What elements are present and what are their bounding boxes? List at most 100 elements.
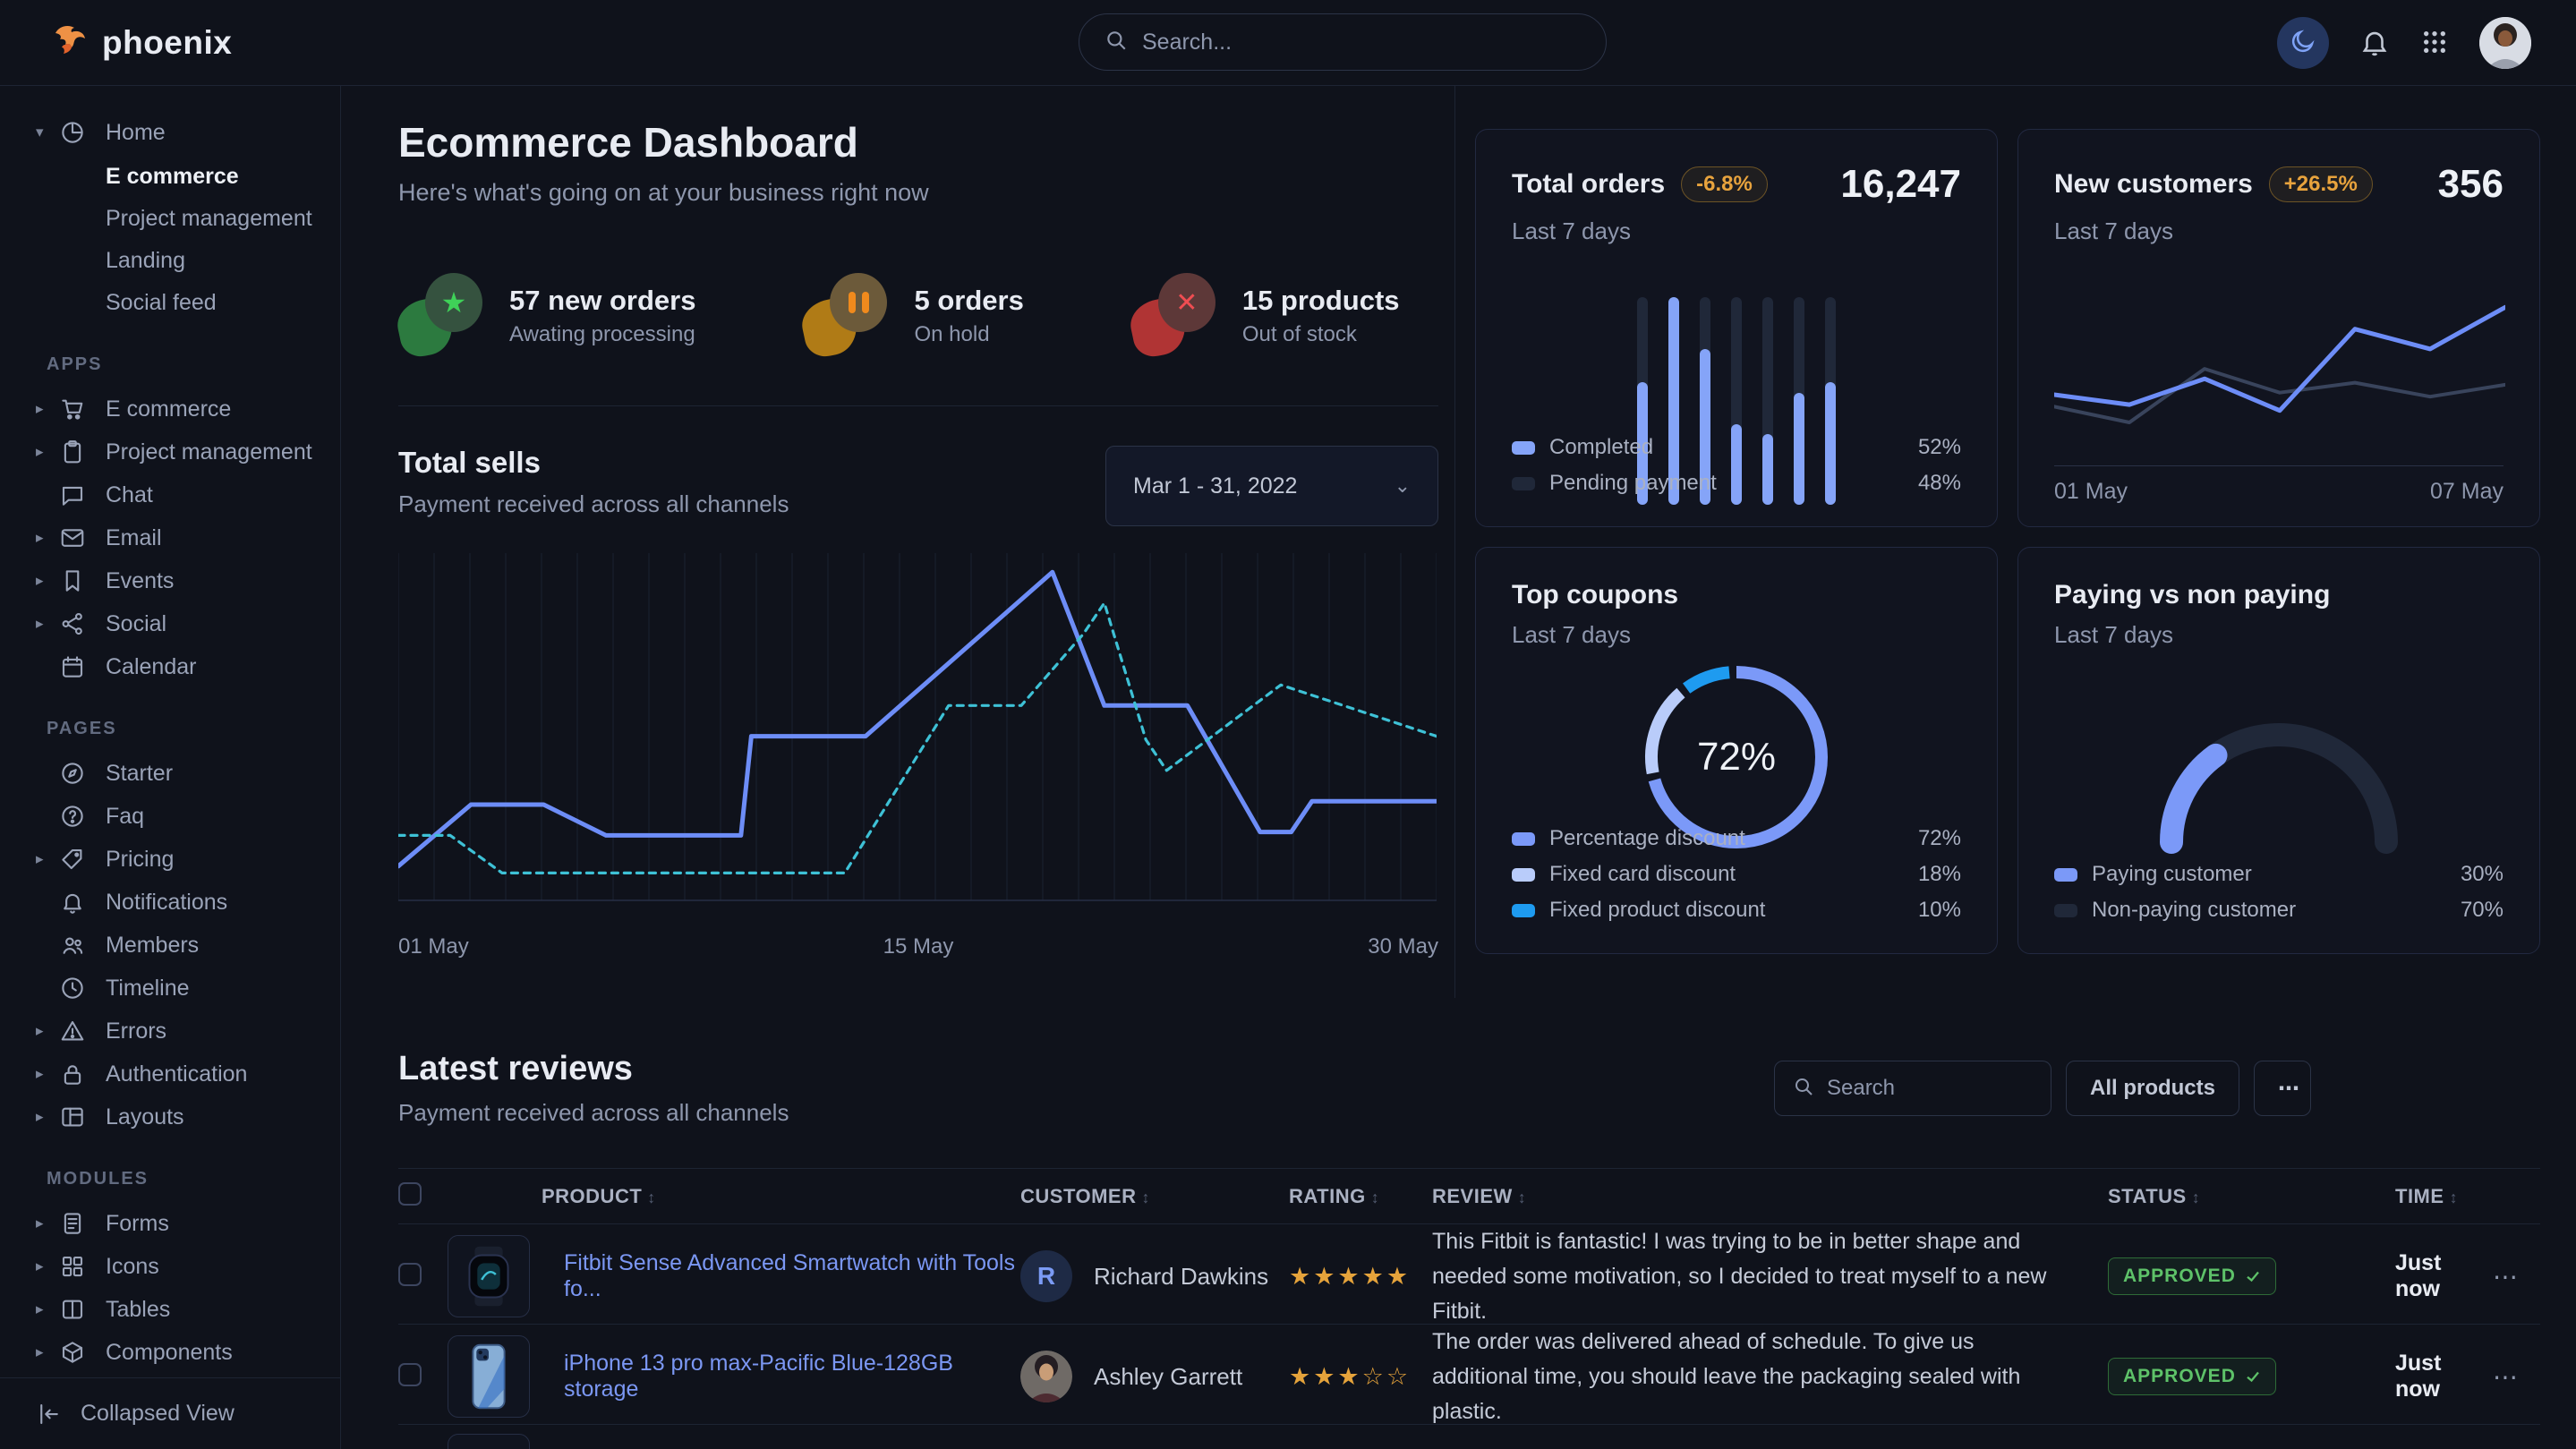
legend-row: Fixed product discount10% [1512, 892, 1961, 928]
top-navbar: phoenix [0, 0, 2576, 86]
notifications-button[interactable] [2359, 27, 2390, 60]
column-header-review[interactable]: REVIEW↕ [1432, 1185, 2108, 1208]
row-checkbox[interactable] [398, 1263, 422, 1286]
legend-row: Pending payment48% [1512, 465, 1961, 501]
reviews-search[interactable] [1774, 1061, 2051, 1116]
sidebar-item-timeline[interactable]: Timeline [0, 967, 340, 1010]
check-icon [2245, 1268, 2261, 1284]
sidebar-item-calendar[interactable]: Calendar [0, 645, 340, 688]
sidebar-item-members[interactable]: Members [0, 924, 340, 967]
sidebar-item-layouts[interactable]: ▸Layouts [0, 1095, 340, 1138]
sidebar-item-label: Pricing [106, 847, 174, 873]
sidebar-item-authentication[interactable]: ▸Authentication [0, 1053, 340, 1095]
select-all-checkbox[interactable] [398, 1182, 422, 1206]
sidebar-item-label: Calendar [106, 654, 196, 680]
product-thumbnail[interactable] [448, 1434, 530, 1449]
sidebar-item-starter[interactable]: Starter [0, 752, 340, 795]
reviews-menu-button[interactable]: ⋯ [2254, 1061, 2311, 1116]
question-icon [59, 803, 86, 830]
sidebar-item-label: Forms [106, 1211, 169, 1237]
review-row: Fitbit Sense Advanced Smartwatch with To… [398, 1223, 2540, 1324]
sidebar-item-notifications[interactable]: Notifications [0, 881, 340, 924]
theme-toggle-button[interactable] [2277, 17, 2329, 69]
stat-value: 15 products [1242, 285, 1400, 317]
total-sells-title: Total sells [398, 446, 789, 480]
sidebar-item-tables[interactable]: ▸Tables [0, 1288, 340, 1331]
total-sells-x-axis: 01 May 15 May 30 May [398, 934, 1438, 959]
column-header-rating[interactable]: RATING↕ [1289, 1185, 1432, 1208]
new-customers-card: New customers +26.5% 356 Last 7 days 01 … [2017, 129, 2540, 527]
reviews-subtitle: Payment received across all channels [398, 1099, 789, 1127]
icons-icon [59, 1253, 86, 1280]
review-text: The order was delivered ahead of schedul… [1432, 1325, 2108, 1428]
date-range-value: Mar 1 - 31, 2022 [1133, 473, 1297, 499]
all-products-button[interactable]: All products [2066, 1061, 2239, 1116]
sidebar-item-label: Chat [106, 482, 153, 508]
product-thumbnail[interactable] [448, 1235, 530, 1317]
stats-divider [398, 405, 1438, 406]
sidebar-subitem-landing[interactable]: Landing [0, 240, 340, 282]
reviews-table-header: PRODUCT↕ CUSTOMER↕ RATING↕ REVIEW↕ STATU… [398, 1168, 2540, 1223]
sidebar-item-icons[interactable]: ▸Icons [0, 1245, 340, 1288]
sidebar-item-chat[interactable]: Chat [0, 473, 340, 516]
product-thumbnail[interactable] [448, 1335, 530, 1418]
sidebar-item-e-commerce[interactable]: ▸E commerce [0, 388, 340, 430]
sidebar-item-forms[interactable]: ▸Forms [0, 1202, 340, 1245]
reviews-search-input[interactable] [1827, 1076, 2033, 1101]
stat-sub: Awating processing [509, 322, 695, 347]
user-avatar[interactable] [2479, 17, 2531, 69]
collapsed-view-toggle[interactable]: Collapsed View [0, 1377, 340, 1449]
dashboard-left-column: Ecommerce Dashboard Here's what's going … [341, 86, 1455, 998]
legend-label: Percentage discount [1549, 826, 1745, 851]
status-badge: APPROVED [2108, 1358, 2276, 1395]
column-header-status[interactable]: STATUS↕ [2108, 1185, 2336, 1208]
stat-value: 57 new orders [509, 285, 695, 317]
sort-icon: ↕ [2192, 1189, 2201, 1206]
sidebar-item-home[interactable]: ▾ Home [0, 109, 340, 156]
customer-name: Ashley Garrett [1094, 1363, 1242, 1391]
caret-right-icon: ▸ [36, 443, 59, 461]
legend-swatch [1512, 904, 1535, 917]
sidebar-item-email[interactable]: ▸Email [0, 516, 340, 559]
row-menu-button[interactable]: ⋯ [2470, 1262, 2540, 1291]
global-search-input[interactable] [1142, 30, 1581, 55]
review-time: Just now [2336, 1250, 2470, 1302]
column-header-time[interactable]: TIME↕ [2336, 1185, 2470, 1208]
sidebar-item-pricing[interactable]: ▸ Pricing [0, 838, 340, 881]
collapse-icon [36, 1401, 63, 1428]
sidebar-item-components[interactable]: ▸Components [0, 1331, 340, 1374]
sidebar-item-social[interactable]: ▸Social [0, 602, 340, 645]
new-customers-value: 356 [2438, 162, 2503, 207]
sidebar-item-label: Notifications [106, 890, 227, 916]
legend-swatch [2054, 904, 2077, 917]
row-menu-button[interactable]: ⋯ [2470, 1362, 2540, 1392]
card-title: Paying vs non paying [2054, 580, 2330, 610]
legend-row: Completed52% [1512, 430, 1961, 465]
sidebar-item-project-management[interactable]: ▸Project management [0, 430, 340, 473]
search-icon [1793, 1076, 1814, 1102]
column-header-product[interactable]: PRODUCT↕ [448, 1185, 1020, 1208]
sidebar-subitem-e-commerce[interactable]: E commerce [0, 156, 340, 198]
card-title: Total orders [1512, 169, 1665, 200]
column-header-customer[interactable]: CUSTOMER↕ [1020, 1185, 1289, 1208]
brand-logo[interactable]: phoenix [50, 21, 232, 64]
sidebar-item-errors[interactable]: ▸Errors [0, 1010, 340, 1053]
caret-right-icon: ▸ [36, 850, 59, 868]
reviews-title: Latest reviews [398, 1050, 789, 1088]
row-checkbox[interactable] [398, 1363, 422, 1386]
date-range-select[interactable]: Mar 1 - 31, 2022 ⌄ [1105, 446, 1438, 526]
product-link[interactable]: Fitbit Sense Advanced Smartwatch with To… [564, 1250, 1020, 1302]
legend-value: 10% [1918, 898, 1961, 923]
sidebar-item-label: Email [106, 525, 162, 551]
sidebar-item-label: Faq [106, 804, 144, 830]
apps-grid-button[interactable] [2420, 28, 2449, 59]
caret-right-icon: ▸ [36, 1065, 59, 1083]
review-time: Just now [2336, 1351, 2470, 1402]
sidebar-subitem-social-feed[interactable]: Social feed [0, 282, 340, 324]
sidebar-item-events[interactable]: ▸Events [0, 559, 340, 602]
global-search[interactable] [1079, 13, 1607, 71]
product-link[interactable]: iPhone 13 pro max-Pacific Blue-128GB sto… [564, 1351, 1020, 1402]
card-period: Last 7 days [2054, 217, 2503, 245]
sidebar-subitem-project-management[interactable]: Project management [0, 198, 340, 240]
sidebar-item-faq[interactable]: Faq [0, 795, 340, 838]
